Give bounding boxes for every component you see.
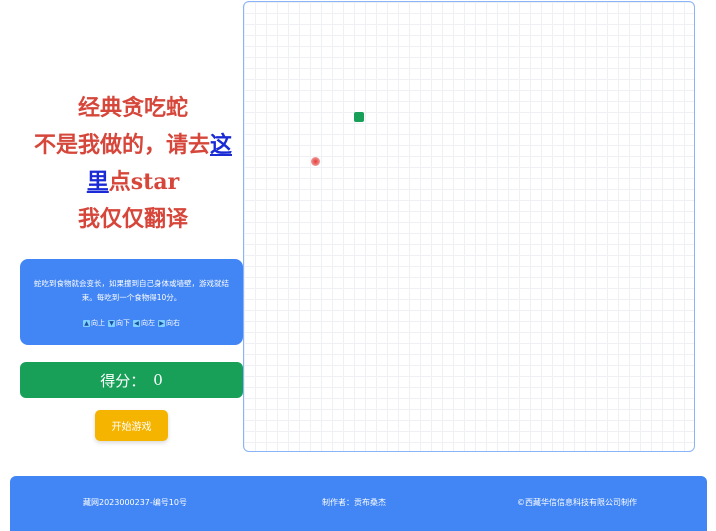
title-line-1: 经典贪吃蛇 (77, 95, 188, 121)
right-arrow-icon: ▶ (158, 319, 165, 327)
control-down: ▼ 向下 (108, 316, 130, 330)
footer-icp: 藏网2023000237-编号10号 (83, 498, 187, 507)
control-left-label: 向左 (141, 319, 155, 327)
title-line-2: 不是我做的，请去这 (20, 127, 246, 164)
control-left: ◀ 向左 (133, 316, 155, 330)
score-label: 得分： (100, 371, 146, 390)
controls-legend: ▲ 向上 ▼ 向下 ◀ 向左 ▶ 向右 (30, 316, 233, 330)
title-line-3: 里点star (20, 164, 246, 201)
footer-author: 制作者：贡布桑杰 (322, 498, 386, 507)
food-item (311, 157, 320, 166)
control-up-label: 向上 (91, 319, 105, 327)
page-title: 经典贪吃蛇 不是我做的，请去这 里点star 我仅仅翻译 (20, 90, 246, 238)
repo-link-part1[interactable]: 这 (210, 132, 232, 158)
game-board[interactable] (243, 1, 695, 452)
title-line-4: 我仅仅翻译 (77, 206, 188, 232)
repo-link-part2[interactable]: 里 (87, 169, 109, 195)
control-right-label: 向右 (166, 319, 180, 327)
footer: 藏网2023000237-编号10号 制作者：贡布桑杰 ©西藏华信信息科技有限公… (10, 476, 707, 531)
left-arrow-icon: ◀ (133, 319, 140, 327)
snake-head (354, 112, 364, 122)
control-down-label: 向下 (116, 319, 130, 327)
start-game-button[interactable]: 开始游戏 (95, 410, 168, 441)
instructions-text: 蛇吃到食物就会变长，如果撞到自己身体或墙壁，游戏就结束。每吃到一个食物得10分。 (34, 279, 229, 302)
up-arrow-icon: ▲ (83, 319, 90, 327)
down-arrow-icon: ▼ (108, 319, 115, 327)
title-line-2-text: 不是我做的，请去 (33, 132, 210, 158)
footer-copyright: ©西藏华信信息科技有限公司制作 (517, 498, 637, 507)
snake-game-page: 经典贪吃蛇 不是我做的，请去这 里点star 我仅仅翻译 蛇吃到食物就会变长，如… (0, 0, 716, 531)
control-up: ▲ 向上 (83, 316, 105, 330)
instructions-card: 蛇吃到食物就会变长，如果撞到自己身体或墙壁，游戏就结束。每吃到一个食物得10分。… (20, 259, 243, 345)
title-line-3-text: 点star (108, 169, 180, 195)
control-right: ▶ 向右 (158, 316, 180, 330)
score-value: 0 (153, 371, 163, 389)
score-display: 得分： 0 (20, 362, 243, 398)
